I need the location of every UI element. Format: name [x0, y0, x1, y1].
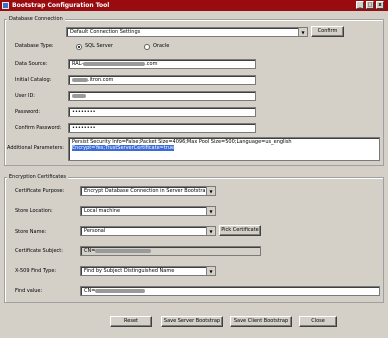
- initial-catalog-label: Initial Catalog:: [15, 77, 52, 83]
- x509-find-type-select[interactable]: Find by Subject Distinguished Name ▼: [80, 266, 216, 276]
- encryption-certificates-legend: Encryption Certificates: [7, 174, 69, 180]
- data-source-prefix: RAL-: [72, 61, 84, 67]
- certificate-purpose-label: Certificate Purpose:: [15, 188, 65, 194]
- additional-parameters-input[interactable]: Persist Security Info=False;Packet Size=…: [68, 137, 380, 161]
- chevron-down-icon[interactable]: ▼: [298, 28, 307, 36]
- chevron-down-icon[interactable]: ▼: [206, 227, 215, 235]
- store-name-select[interactable]: Personal ▼: [80, 226, 216, 236]
- certificate-purpose-value: Encrypt Database Connection in Server Bo…: [84, 188, 209, 194]
- initial-catalog-suffix: .itron.com: [88, 77, 114, 83]
- initial-catalog-input[interactable]: .itron.com: [68, 75, 256, 85]
- store-location-label: Store Location:: [15, 208, 53, 214]
- data-source-suffix: .com: [145, 61, 158, 67]
- password-label: Password:: [15, 109, 41, 115]
- sql-server-radio[interactable]: [76, 44, 82, 50]
- chevron-down-icon[interactable]: ▼: [206, 267, 215, 275]
- save-client-bootstrap-button[interactable]: Save Client Bootstrap: [230, 316, 292, 327]
- chevron-down-icon[interactable]: ▼: [206, 207, 215, 215]
- certificate-purpose-select[interactable]: Encrypt Database Connection in Server Bo…: [80, 186, 216, 196]
- database-connection-legend: Database Connection: [7, 16, 65, 22]
- save-server-bootstrap-button[interactable]: Save Server Bootstrap: [161, 316, 223, 327]
- data-source-label: Data Source:: [15, 61, 48, 67]
- confirm-button[interactable]: Confirm: [311, 26, 344, 37]
- confirm-password-label: Confirm Password:: [15, 125, 62, 131]
- data-source-input[interactable]: RAL- .com: [68, 59, 256, 69]
- chevron-down-icon[interactable]: ▼: [206, 187, 215, 195]
- oracle-radio[interactable]: [144, 44, 150, 50]
- window-title: Bootstrap Configuration Tool: [12, 2, 110, 9]
- connection-settings-select[interactable]: Default Connection Settings ▼: [66, 27, 308, 37]
- user-id-label: User ID:: [15, 93, 35, 99]
- close-button[interactable]: Close: [299, 316, 337, 327]
- additional-parameters-selected-text: Encrypt=Yes;TrustServerCertificate=true: [72, 145, 175, 151]
- close-window-button[interactable]: x: [376, 1, 384, 9]
- store-location-value: Local machine: [84, 208, 121, 214]
- redacted-user-id: [72, 93, 86, 98]
- x509-find-type-value: Find by Subject Distinguished Name: [84, 268, 175, 274]
- sql-server-radio-label[interactable]: SQL Server: [85, 43, 113, 50]
- maximize-button[interactable]: □: [366, 1, 374, 9]
- minimize-button[interactable]: _: [356, 1, 364, 9]
- redacted-subject: [95, 248, 152, 253]
- app-icon: [2, 2, 9, 9]
- certificate-subject-field: CN=: [80, 246, 261, 256]
- find-value-input[interactable]: CN=: [80, 286, 380, 296]
- store-name-value: Personal: [84, 228, 106, 234]
- confirm-password-input[interactable]: ••••••••: [68, 123, 256, 133]
- store-name-label: Store Name:: [15, 229, 47, 235]
- find-value-prefix: CN=: [84, 288, 96, 294]
- redacted-find-value: [95, 288, 146, 293]
- certificate-subject-prefix: CN=: [84, 248, 96, 254]
- additional-parameters-label: Additional Parameters:: [7, 145, 64, 151]
- password-input[interactable]: ••••••••: [68, 107, 256, 117]
- store-location-select[interactable]: Local machine ▼: [80, 206, 216, 216]
- find-value-label: Find value:: [15, 288, 43, 294]
- connection-settings-value: Default Connection Settings: [70, 29, 141, 35]
- pick-certificate-button[interactable]: Pick Certificate: [219, 225, 261, 236]
- database-type-label: Database Type:: [15, 43, 54, 49]
- user-id-input[interactable]: [68, 91, 256, 101]
- x509-find-type-label: X-509 Find Type:: [15, 268, 57, 274]
- redacted-hostname: [83, 61, 146, 66]
- oracle-radio-label[interactable]: Oracle: [153, 43, 169, 50]
- reset-button[interactable]: Reset: [110, 316, 152, 327]
- redacted-catalog: [72, 77, 88, 82]
- certificate-subject-label: Certificate Subject:: [15, 248, 63, 254]
